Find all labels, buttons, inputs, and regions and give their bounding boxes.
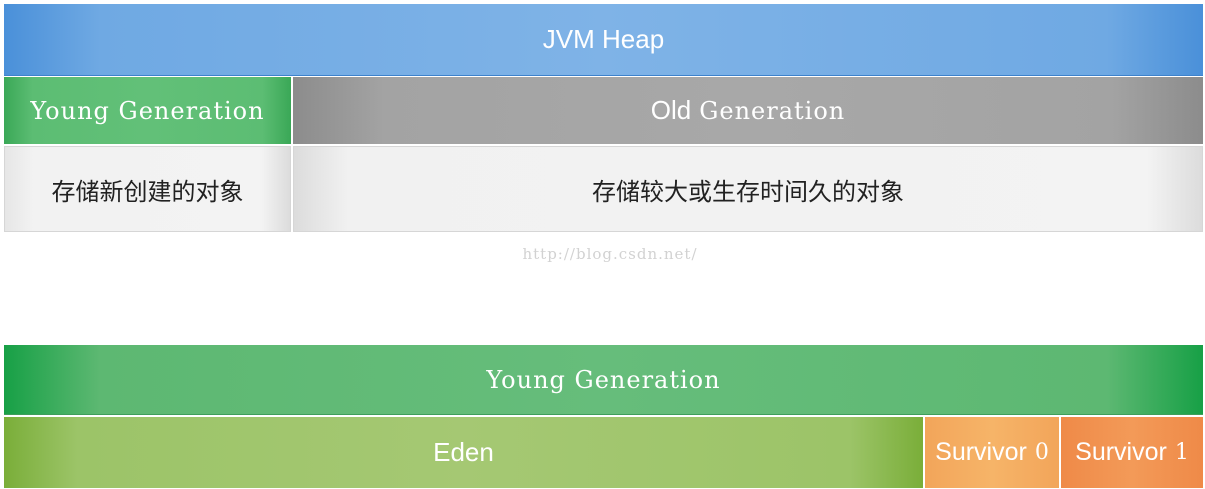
- watermark: http://blog.csdn.net/: [440, 242, 780, 266]
- old-generation-label-word1: Old: [650, 95, 692, 125]
- young-description-text: 存储新创建的对象: [51, 177, 244, 206]
- young-generation-description: 存储新创建的对象: [4, 146, 291, 232]
- young-generation-header: Young Generation: [4, 345, 1203, 415]
- old-generation-label-word2: Generation: [699, 96, 846, 125]
- young-generation-label: Young Generation: [30, 96, 265, 125]
- old-description-text: 存储较大或生存时间久的对象: [592, 177, 904, 206]
- old-generation-block: Old Generation: [293, 77, 1203, 144]
- survivor-0-block: Survivor 0: [925, 417, 1059, 488]
- eden-label: Eden: [433, 437, 494, 467]
- young-generation-block: Young Generation: [4, 77, 291, 144]
- young-generation-header-label: Young Generation: [486, 365, 721, 394]
- old-generation-description: 存储较大或生存时间久的对象: [293, 146, 1203, 232]
- survivor-1-label-number: 1: [1174, 440, 1189, 465]
- survivor-0-label-word: Survivor: [935, 438, 1027, 466]
- eden-block: Eden: [4, 417, 923, 488]
- survivor-0-label-number: 0: [1034, 440, 1049, 465]
- jvm-heap-block: JVM Heap: [4, 4, 1203, 76]
- survivor-1-label-word: Survivor: [1075, 438, 1167, 466]
- jvm-heap-label: JVM Heap: [542, 24, 665, 54]
- survivor-1-block: Survivor 1: [1061, 417, 1203, 488]
- watermark-text: http://blog.csdn.net/: [522, 245, 698, 263]
